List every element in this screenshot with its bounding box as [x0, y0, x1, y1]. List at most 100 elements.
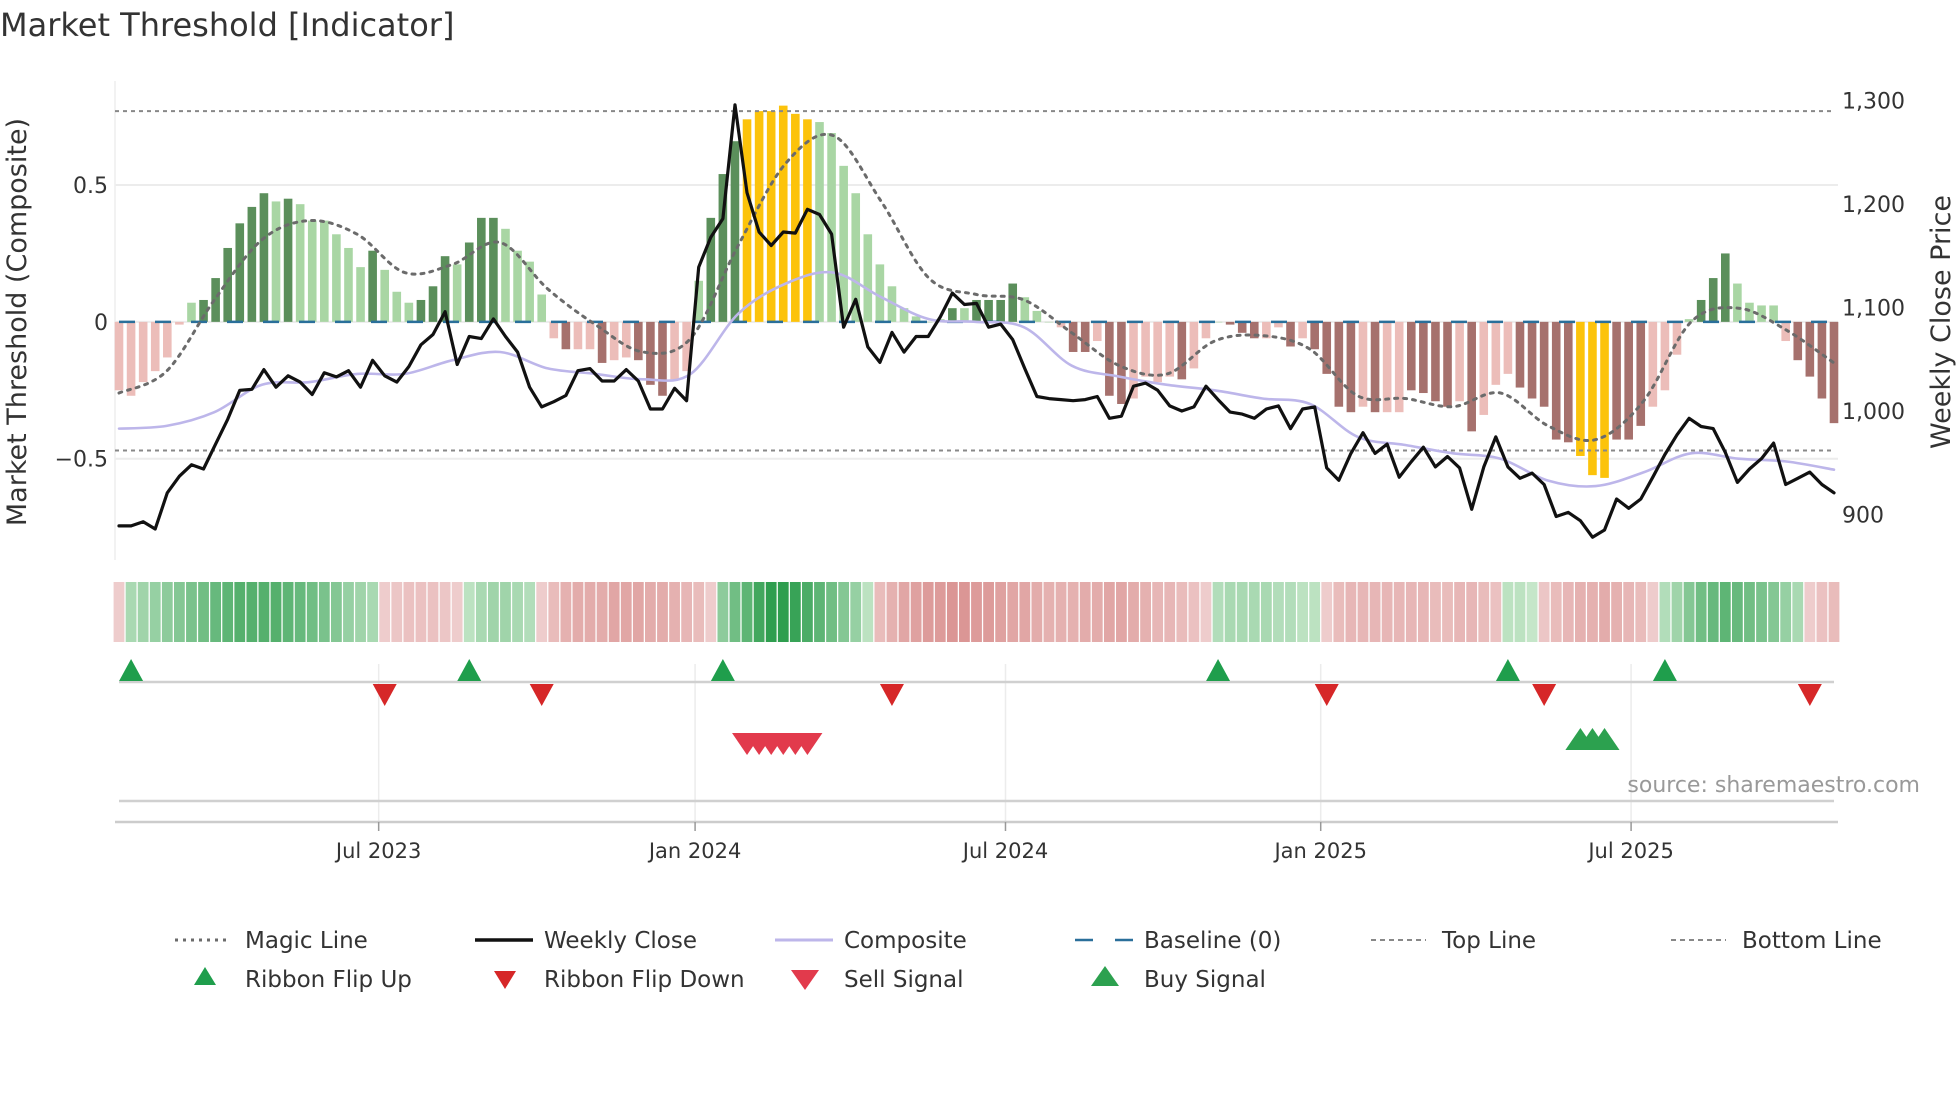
composite-bar — [1503, 321, 1513, 374]
composite-bar — [730, 141, 740, 322]
left-tick-label: 0 — [94, 311, 108, 336]
composite-bar — [948, 308, 957, 322]
composite-bar — [1612, 321, 1621, 440]
ribbon-cell — [512, 582, 523, 642]
ribbon-cell — [1188, 582, 1200, 642]
legend-label: Sell Signal — [844, 967, 964, 993]
composite-bar — [1141, 321, 1150, 377]
composite-bar — [609, 321, 619, 361]
ribbon-cell — [596, 582, 608, 642]
ribbon-cell — [1116, 582, 1127, 642]
composite-bar — [1733, 283, 1742, 322]
ribbon-cell — [1273, 582, 1284, 642]
composite-bar — [1491, 321, 1501, 385]
ribbon-cell — [488, 582, 499, 642]
ribbon-cell — [705, 582, 717, 642]
ribbon-cell — [1816, 582, 1828, 642]
legend-item-sell: Sell Signal — [791, 967, 964, 993]
ribbon-cell — [161, 582, 173, 642]
composite-bar — [235, 223, 245, 322]
composite-bar — [1684, 319, 1694, 322]
ribbon-cell — [1683, 582, 1695, 642]
right-tick-label: 1,000 — [1842, 400, 1905, 425]
composite-bar — [247, 206, 257, 322]
ribbon-cell — [1587, 582, 1598, 642]
ribbon-cell — [463, 582, 475, 642]
composite-bar — [1467, 321, 1476, 432]
composite-bar — [1346, 321, 1356, 413]
ribbon-cell — [898, 582, 910, 642]
ribbon-cell — [1768, 582, 1780, 642]
composite-bar — [332, 234, 341, 322]
legend-label: Top Line — [1441, 928, 1536, 954]
composite-bar — [271, 201, 281, 322]
ribbon-cell — [1393, 582, 1405, 642]
composite-bar — [537, 294, 547, 322]
ribbon-cell — [886, 582, 898, 642]
ribbon-cell — [1780, 582, 1792, 642]
ribbon-cell — [1574, 582, 1586, 642]
composite-bar — [344, 247, 353, 322]
ribbon-cell — [560, 582, 572, 642]
ribbon-cell — [753, 582, 765, 642]
composite-bar — [875, 264, 885, 322]
ribbon-cell — [125, 582, 137, 642]
ribbon-cell — [1550, 582, 1562, 642]
ribbon-cell — [1079, 582, 1091, 642]
composite-bar — [1225, 321, 1235, 325]
ribbon-cell — [1466, 582, 1478, 642]
ribbon-cell — [294, 582, 306, 642]
ribbon-cell — [367, 582, 379, 642]
ribbon-cell — [330, 582, 342, 642]
ribbon-cell — [693, 582, 705, 642]
ribbon-cell — [1212, 582, 1224, 642]
composite-bar — [1044, 321, 1054, 323]
legend-label: Magic Line — [245, 928, 368, 954]
market-threshold-chart: 0.5 0 −0.5 1,300 1,200 1,100 1,000 900 Market T… — [2, 81, 1957, 993]
composite-bar — [1068, 321, 1078, 352]
ribbon-cell — [1731, 582, 1743, 642]
ribbon-cell — [1297, 582, 1308, 642]
composite-bar — [126, 321, 136, 396]
ribbon-cell — [620, 582, 632, 642]
ribbon-cell — [524, 582, 536, 642]
ribbon-cell — [608, 582, 620, 642]
composite-bar — [1479, 321, 1489, 415]
composite-bar — [1455, 321, 1464, 402]
ribbon-cell — [850, 582, 862, 642]
ribbon-cell — [173, 582, 185, 642]
ribbon-cell — [584, 582, 596, 642]
ribbon-cell — [681, 582, 693, 642]
legend-buy-icon — [1091, 966, 1119, 986]
composite-bar — [1551, 321, 1561, 440]
ribbon-cell — [1224, 582, 1236, 642]
ribbon-cell — [922, 582, 934, 642]
ribbon-cell — [1756, 582, 1767, 642]
ribbon-cell — [282, 582, 294, 642]
ribbon-cell — [838, 582, 850, 642]
composite-bar — [1092, 321, 1102, 342]
signal-panel — [119, 659, 1834, 822]
ribbon-cell — [415, 582, 427, 642]
composite-bar — [658, 321, 667, 396]
composite-bar — [634, 321, 643, 361]
composite-bars — [114, 105, 1839, 478]
ribbon-cell — [1381, 582, 1393, 642]
legend-label: Weekly Close — [544, 928, 697, 954]
composite-bar — [416, 299, 426, 322]
legend-label: Ribbon Flip Down — [544, 967, 745, 993]
ribbon-cell — [548, 582, 560, 642]
ribbon-cell — [270, 582, 282, 642]
ribbon-cell — [1828, 582, 1840, 642]
composite-bar — [1527, 321, 1537, 399]
ribbon-cell — [306, 582, 318, 642]
composite-bar — [1817, 321, 1827, 399]
ribbon-cell — [669, 582, 680, 642]
ribbon-cell — [1623, 582, 1635, 642]
composite-bar — [1515, 321, 1525, 388]
x-axis: Jul 2023 Jan 2024 Jul 2024 Jan 2025 Jul 2025 — [115, 820, 1838, 863]
ribbon-flip-down-marker — [529, 684, 554, 706]
ribbon-cell — [1417, 582, 1429, 642]
x-tick-label: Jul 2023 — [334, 839, 421, 863]
ribbon-cell — [1333, 582, 1345, 642]
